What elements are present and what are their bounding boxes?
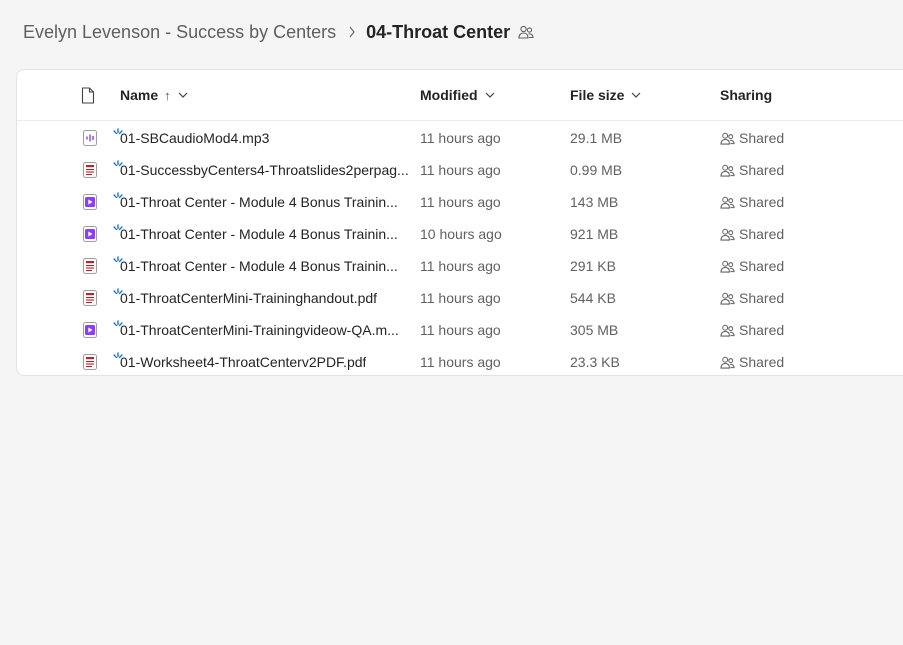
- file-list-panel: Name ↑ Modified File size Sharing 01-SBC…: [16, 69, 903, 376]
- file-name-text: 01-Worksheet4-ThroatCenterv2PDF.pdf: [120, 354, 367, 370]
- breadcrumb: Evelyn Levenson - Success by Centers 04-…: [23, 18, 534, 46]
- file-sharing-status[interactable]: Shared: [720, 314, 784, 346]
- shared-people-icon: [720, 292, 739, 305]
- file-name-text: 01-SuccessbyCenters4-Throatslides2perpag…: [120, 162, 409, 178]
- file-sharing-label: Shared: [739, 258, 785, 274]
- column-header-name[interactable]: Name ↑: [120, 70, 188, 120]
- shared-people-icon: [720, 132, 739, 145]
- file-modified: 11 hours ago: [420, 354, 501, 370]
- file-size: 291 KB: [570, 258, 616, 274]
- file-name-text: 01-ThroatCenterMini-Trainingvideow-QA.m.…: [120, 322, 399, 338]
- file-name-text: 01-SBCaudioMod4.mp3: [120, 130, 270, 146]
- file-modified: 11 hours ago: [420, 194, 501, 210]
- file-size: 305 MB: [570, 322, 619, 338]
- pdf-file-icon: [81, 154, 99, 186]
- shared-people-icon: [720, 260, 739, 273]
- file-size: 23.3 KB: [570, 354, 620, 370]
- chevron-down-icon: [631, 92, 641, 98]
- file-row[interactable]: 01-ThroatCenterMini-Traininghandout.pdf 1…: [17, 282, 903, 314]
- file-name[interactable]: 01-Throat Center - Module 4 Bonus Traini…: [120, 218, 410, 250]
- shared-people-icon: [720, 164, 739, 177]
- file-modified: 11 hours ago: [420, 290, 501, 306]
- file-name[interactable]: 01-ThroatCenterMini-Traininghandout.pdf: [120, 282, 410, 314]
- file-row[interactable]: 01-SBCaudioMod4.mp3 11 hours ago 29.1 MB Sh…: [17, 122, 903, 154]
- file-sharing-status[interactable]: Shared: [720, 186, 784, 218]
- file-sharing-label: Shared: [739, 290, 785, 306]
- file-size: 921 MB: [570, 226, 619, 242]
- shared-people-icon: [720, 228, 739, 241]
- audio-file-icon: [81, 122, 99, 154]
- chevron-down-icon: [485, 92, 495, 98]
- file-row[interactable]: 01-SuccessbyCenters4-Throatslides2perpag…: [17, 154, 903, 186]
- file-sharing-status[interactable]: Shared: [720, 282, 784, 314]
- file-sharing-status[interactable]: Shared: [720, 218, 784, 250]
- file-type-column-icon[interactable]: [81, 70, 95, 120]
- file-sharing-status[interactable]: Shared: [720, 154, 784, 186]
- shared-people-icon[interactable]: [518, 25, 534, 39]
- file-name[interactable]: 01-Throat Center - Module 4 Bonus Traini…: [120, 186, 410, 218]
- file-row[interactable]: 01-Throat Center - Module 4 Bonus Traini…: [17, 186, 903, 218]
- chevron-down-icon: [178, 92, 188, 98]
- column-header-sharing-label: Sharing: [720, 87, 773, 103]
- video-file-icon: [81, 186, 99, 218]
- file-sharing-label: Shared: [739, 130, 785, 146]
- file-name-text: 01-ThroatCenterMini-Traininghandout.pdf: [120, 290, 378, 306]
- chevron-right-icon: [348, 26, 356, 38]
- file-sharing-label: Shared: [739, 322, 785, 338]
- file-name[interactable]: 01-ThroatCenterMini-Trainingvideow-QA.m.…: [120, 314, 410, 346]
- file-sharing-label: Shared: [739, 162, 785, 178]
- file-sharing-status[interactable]: Shared: [720, 250, 784, 282]
- file-name[interactable]: 01-SBCaudioMod4.mp3: [120, 122, 410, 154]
- file-sharing-label: Shared: [739, 354, 785, 370]
- file-modified: 10 hours ago: [420, 226, 502, 242]
- file-size: 29.1 MB: [570, 130, 623, 146]
- file-name[interactable]: 01-SuccessbyCenters4-Throatslides2perpag…: [120, 154, 410, 186]
- column-header-name-label: Name: [120, 87, 159, 103]
- column-header-modified[interactable]: Modified: [420, 70, 495, 120]
- sort-ascending-icon: ↑: [164, 87, 171, 103]
- file-modified: 11 hours ago: [420, 130, 501, 146]
- pdf-file-icon: [81, 346, 99, 378]
- file-name-text: 01-Throat Center - Module 4 Bonus Traini…: [120, 226, 398, 242]
- file-row[interactable]: 01-Worksheet4-ThroatCenterv2PDF.pdf 11 ho…: [17, 346, 903, 378]
- shared-people-icon: [720, 356, 739, 369]
- shared-people-icon: [720, 324, 739, 337]
- file-name[interactable]: 01-Worksheet4-ThroatCenterv2PDF.pdf: [120, 346, 410, 378]
- video-file-icon: [81, 218, 99, 250]
- file-name[interactable]: 01-Throat Center - Module 4 Bonus Traini…: [120, 250, 410, 282]
- file-row[interactable]: 01-Throat Center - Module 4 Bonus Traini…: [17, 218, 903, 250]
- file-modified: 11 hours ago: [420, 162, 501, 178]
- file-row[interactable]: 01-ThroatCenterMini-Trainingvideow-QA.m.…: [17, 314, 903, 346]
- file-sharing-status[interactable]: Shared: [720, 346, 784, 378]
- column-header-modified-label: Modified: [420, 87, 478, 103]
- column-header-sharing[interactable]: Sharing: [720, 70, 772, 120]
- file-size: 544 KB: [570, 290, 616, 306]
- pdf-file-icon: [81, 282, 99, 314]
- file-size: 0.99 MB: [570, 162, 623, 178]
- file-size: 143 MB: [570, 194, 619, 210]
- file-modified: 11 hours ago: [420, 258, 501, 274]
- breadcrumb-parent-link[interactable]: Evelyn Levenson - Success by Centers: [23, 22, 336, 43]
- column-header-row: Name ↑ Modified File size Sharing: [17, 70, 903, 121]
- file-row[interactable]: 01-Throat Center - Module 4 Bonus Traini…: [17, 250, 903, 282]
- file-name-text: 01-Throat Center - Module 4 Bonus Traini…: [120, 194, 398, 210]
- column-header-file-size-label: File size: [570, 87, 625, 103]
- video-file-icon: [81, 314, 99, 346]
- shared-people-icon: [720, 196, 739, 209]
- file-sharing-status[interactable]: Shared: [720, 122, 784, 154]
- file-modified: 11 hours ago: [420, 322, 501, 338]
- file-sharing-label: Shared: [739, 194, 785, 210]
- column-header-file-size[interactable]: File size: [570, 70, 641, 120]
- breadcrumb-current-folder: 04-Throat Center: [366, 21, 511, 42]
- file-name-text: 01-Throat Center - Module 4 Bonus Traini…: [120, 258, 398, 274]
- file-sharing-label: Shared: [739, 226, 785, 242]
- pdf-file-icon: [81, 250, 99, 282]
